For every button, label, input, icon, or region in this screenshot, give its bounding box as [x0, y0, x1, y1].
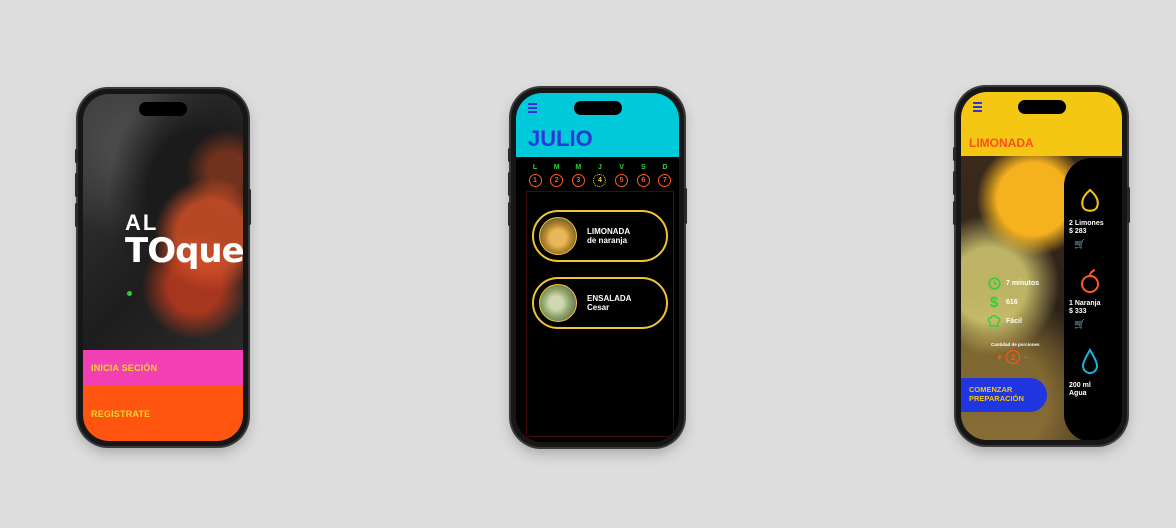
register-label: REGISTRATE	[91, 408, 151, 419]
ingredient-item: 1 Naranja $ 333	[1069, 300, 1101, 316]
recipe-title: ENSALADA Cesar	[587, 293, 632, 312]
recipe-thumbnail	[539, 217, 577, 255]
start-label: COMENZAR PREPARACIÓN	[969, 385, 1024, 403]
month-title: JULIO	[528, 126, 593, 151]
day-item[interactable]: L1	[528, 164, 542, 187]
prep-time: 7 minutos	[987, 276, 1039, 290]
recipe-thumbnail	[539, 284, 577, 322]
register-button[interactable]: REGISTRATE	[83, 386, 243, 441]
logo-dot	[127, 291, 132, 296]
calendar-screen: JULIO L1 M2 M3 J4 V5 S6 D7 LIMONADA de n…	[516, 93, 679, 442]
cart-icon[interactable]: 🛒	[1074, 319, 1085, 330]
dynamic-island	[573, 101, 622, 115]
recipe-card-ensalada[interactable]: ENSALADA Cesar	[532, 277, 668, 329]
dynamic-island	[139, 102, 187, 116]
week-day-selector: L1 M2 M3 J4 V5 S6 D7	[528, 164, 672, 187]
recipe-detail-screen: LIMONADA 2 Limones $ 283 🛒 1 Naranja $ 3…	[961, 92, 1122, 440]
water-drop-icon	[1081, 348, 1099, 374]
orange-icon	[1081, 269, 1099, 293]
day-item[interactable]: V5	[615, 164, 629, 187]
phone-recipe-screen: LIMONADA 2 Limones $ 283 🛒 1 Naranja $ 3…	[953, 87, 1130, 445]
day-item[interactable]: S6	[636, 164, 650, 187]
portions-stepper: + 2 -	[997, 350, 1027, 364]
ingredient-item: 200 ml Agua	[1069, 382, 1091, 398]
day-item[interactable]: D7	[658, 164, 672, 187]
login-label: INICIA SECIÓN	[91, 363, 158, 373]
lemon-icon	[1081, 188, 1099, 212]
cost: $ 616	[987, 293, 1018, 311]
portions-count: 2	[1006, 350, 1021, 364]
difficulty: Fácil	[987, 314, 1022, 328]
day-item[interactable]: M3	[571, 164, 585, 187]
dollar-icon: $	[989, 293, 999, 311]
ingredient-item: 2 Limones $ 283	[1069, 220, 1104, 236]
login-button[interactable]: INICIA SECIÓN	[83, 350, 243, 386]
welcome-screen: AL TOque INICIA SECIÓN REGISTRATE	[83, 94, 243, 441]
increase-portions-button[interactable]: +	[997, 352, 1002, 362]
recipe-title: LIMONADA de naranja	[587, 226, 631, 245]
hamburger-menu-icon[interactable]	[973, 102, 982, 114]
decrease-portions-button[interactable]: -	[1024, 352, 1027, 362]
dynamic-island	[1017, 100, 1066, 114]
day-item[interactable]: M2	[550, 164, 564, 187]
day-item-selected[interactable]: J4	[593, 164, 607, 187]
phone-calendar-screen: JULIO L1 M2 M3 J4 V5 S6 D7 LIMONADA de n…	[508, 88, 687, 447]
clock-icon	[987, 276, 1001, 290]
app-logo: AL TOque	[125, 212, 243, 302]
recipe-card-limonada[interactable]: LIMONADA de naranja	[532, 210, 668, 262]
portions-label: Cantidad de porciones	[991, 342, 1040, 347]
start-preparation-button[interactable]: COMENZAR PREPARACIÓN	[961, 378, 1047, 412]
cart-icon[interactable]: 🛒	[1074, 239, 1085, 250]
hamburger-menu-icon[interactable]	[528, 103, 537, 115]
logo-toque-text: TOque	[125, 234, 243, 302]
phone-welcome-screen: AL TOque INICIA SECIÓN REGISTRATE	[75, 89, 251, 446]
chef-hat-icon	[987, 314, 1001, 328]
recipe-title: LIMONADA	[969, 136, 1034, 150]
